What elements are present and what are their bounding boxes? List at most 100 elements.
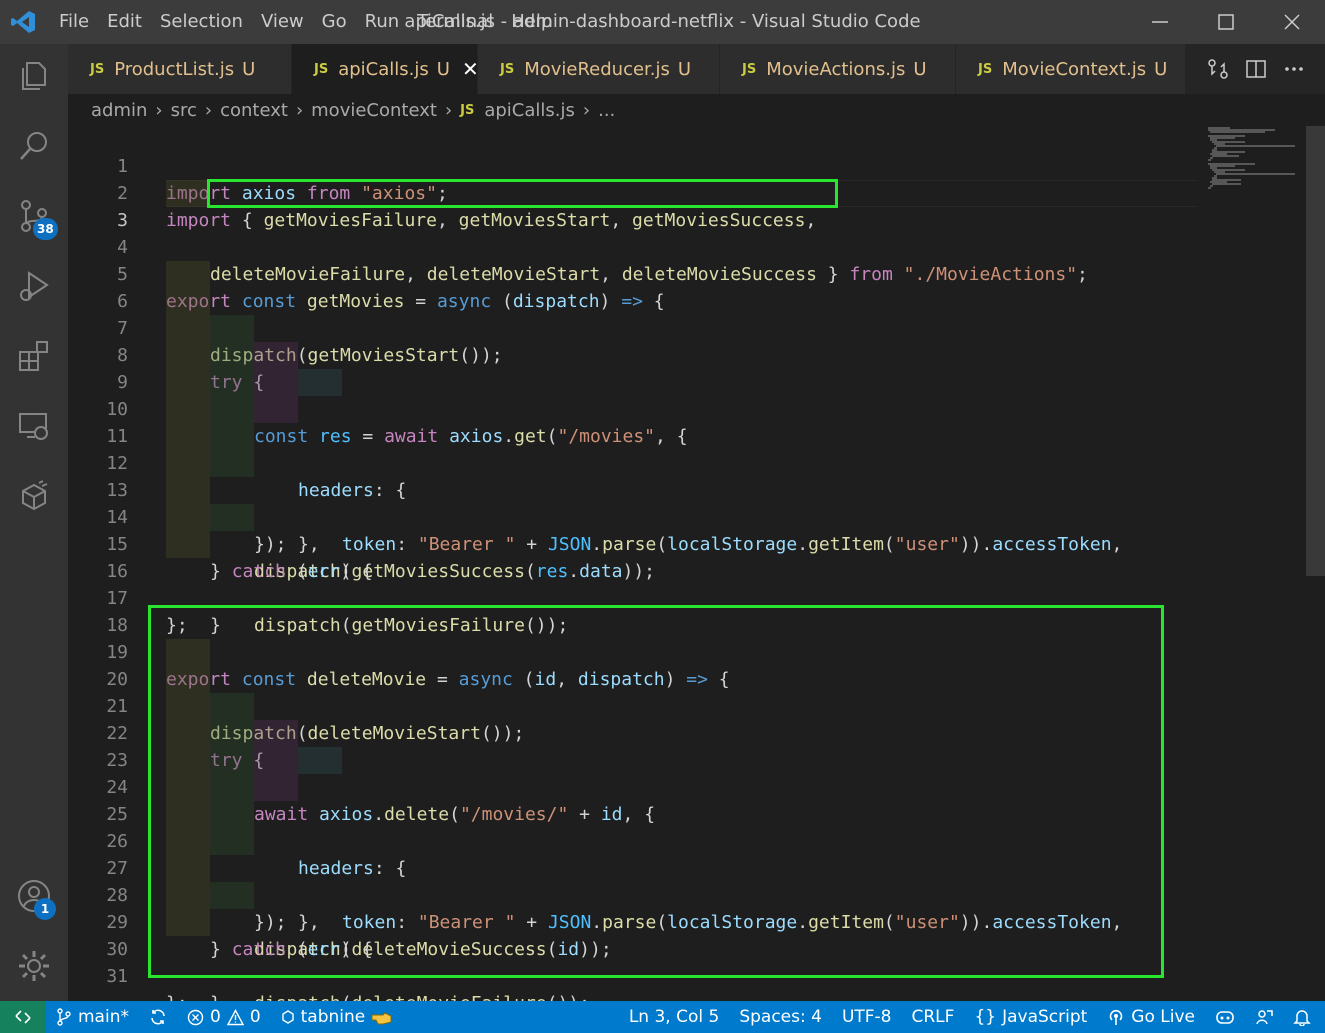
- line-number: 31: [106, 966, 128, 987]
- javascript-file-icon: JS: [314, 61, 329, 77]
- explorer-button[interactable]: [0, 44, 68, 108]
- tab-moviereducer[interactable]: JS MovieReducer.js U: [478, 44, 720, 94]
- javascript-file-icon: JS: [978, 61, 993, 77]
- indent-guide: [166, 504, 210, 531]
- menu-file[interactable]: File: [46, 0, 98, 44]
- menu-go[interactable]: Go: [313, 0, 356, 44]
- title-bar: File Edit Selection View Go Run Terminal…: [0, 0, 1325, 44]
- code-line: 6 dispatch(getMoviesStart());: [68, 261, 1198, 366]
- indent-guide: [166, 450, 210, 477]
- docker-button[interactable]: [0, 464, 68, 528]
- indent-guide: [166, 477, 210, 504]
- code-line: 10 token: "Bearer " + JSON.parse(localSt…: [68, 369, 1198, 555]
- indent-guide: [166, 261, 210, 288]
- tabnine-indicator[interactable]: tabnine: [271, 1007, 404, 1027]
- code-line: 16 }: [68, 531, 1198, 636]
- remote-indicator[interactable]: [0, 1001, 46, 1033]
- maximize-button[interactable]: [1193, 0, 1259, 44]
- cursor-position[interactable]: Ln 3, Col 5: [619, 1007, 730, 1027]
- more-actions-icon[interactable]: [1283, 58, 1305, 80]
- sync-button[interactable]: [139, 1008, 177, 1026]
- code-line: 12 });: [68, 423, 1198, 555]
- indent-guide: [210, 423, 254, 450]
- status-bar: main* 0 0 tabnine Ln 3, Col 5 Spaces: 4 …: [0, 1001, 1325, 1033]
- tab-apicalls[interactable]: JS apiCalls.js U ✕: [292, 44, 479, 94]
- code-line: 4: [68, 207, 1198, 258]
- tab-productlist[interactable]: JS ProductList.js U: [68, 44, 292, 94]
- compare-changes-icon[interactable]: [1207, 58, 1229, 80]
- javascript-file-icon: JS: [90, 61, 105, 77]
- warning-count: 0: [249, 1007, 261, 1027]
- untracked-status: U: [1154, 58, 1168, 80]
- chevron-right-icon: ›: [582, 99, 591, 121]
- untracked-status: U: [913, 58, 927, 80]
- feedback-icon: [1256, 1010, 1273, 1025]
- menu-view[interactable]: View: [252, 0, 313, 44]
- code-line: 15 dispatch(getMoviesFailure());: [68, 504, 1198, 636]
- menu-run[interactable]: Run: [356, 0, 409, 44]
- manage-button[interactable]: [0, 934, 68, 998]
- breadcrumb-admin[interactable]: admin: [91, 100, 147, 121]
- minimize-icon: [1152, 21, 1168, 23]
- untracked-status: U: [436, 58, 450, 80]
- menu-help[interactable]: Help: [502, 0, 561, 44]
- indent-guide: [166, 423, 210, 450]
- code-line: 11 },: [68, 396, 1198, 555]
- breadcrumb-context[interactable]: context: [220, 100, 288, 121]
- menu-edit[interactable]: Edit: [98, 0, 151, 44]
- go-live-button[interactable]: Go Live: [1097, 1007, 1205, 1027]
- close-window-button[interactable]: [1259, 0, 1325, 44]
- breadcrumb-file[interactable]: apiCalls.js: [484, 100, 575, 121]
- indent-guide: [254, 369, 298, 396]
- remote-icon: [15, 1010, 31, 1024]
- language-mode[interactable]: {} JavaScript: [964, 1007, 1097, 1027]
- tab-label: MovieActions.js: [766, 58, 906, 80]
- search-button[interactable]: [0, 114, 68, 178]
- live-share-button[interactable]: [1245, 1008, 1283, 1026]
- indent-guide: [166, 396, 210, 423]
- tab-moviecontext[interactable]: JS MovieContext.js U: [956, 44, 1186, 94]
- close-tab-icon[interactable]: ✕: [462, 57, 479, 81]
- chevron-right-icon: ›: [444, 99, 453, 121]
- minimap[interactable]: [1205, 126, 1305, 206]
- indentation[interactable]: Spaces: 4: [729, 1007, 832, 1027]
- end-of-line[interactable]: CRLF: [902, 1007, 965, 1027]
- bell-icon: [1293, 1010, 1311, 1026]
- split-editor-icon[interactable]: [1245, 58, 1267, 80]
- code-line: 9 headers: {: [68, 342, 1198, 501]
- menu-terminal[interactable]: Terminal: [408, 0, 502, 44]
- warning-icon: [226, 1008, 244, 1025]
- notifications-button[interactable]: [1283, 1008, 1325, 1026]
- encoding[interactable]: UTF-8: [832, 1007, 902, 1027]
- highlight-box-deletemovie: [148, 605, 1164, 978]
- tab-movieactions[interactable]: JS MovieActions.js U: [720, 44, 956, 94]
- chevron-right-icon: ›: [295, 99, 304, 121]
- remote-explorer-button[interactable]: [0, 394, 68, 458]
- extensions-button[interactable]: [0, 324, 68, 388]
- breadcrumb-src[interactable]: src: [171, 100, 197, 121]
- indent-guide: [166, 315, 210, 342]
- extensions-icon: [19, 341, 48, 371]
- run-debug-button[interactable]: [0, 254, 68, 318]
- untracked-status: U: [677, 58, 692, 80]
- vertical-scrollbar[interactable]: [1306, 126, 1325, 576]
- accounts-button[interactable]: 1: [0, 864, 68, 928]
- accounts-badge: 1: [34, 898, 56, 920]
- breadcrumb-moviecontext[interactable]: movieContext: [311, 100, 437, 121]
- minimize-button[interactable]: [1127, 0, 1193, 44]
- tab-label: MovieContext.js: [1002, 58, 1147, 80]
- problems-indicator[interactable]: 0 0: [177, 1007, 271, 1027]
- breadcrumb: admin › src › context › movieContext › J…: [68, 94, 1325, 126]
- menu-selection[interactable]: Selection: [151, 0, 252, 44]
- indent-guide: [166, 342, 210, 369]
- indent-guide: [298, 369, 342, 396]
- javascript-file-icon: JS: [500, 61, 515, 77]
- branch-indicator[interactable]: main*: [46, 1007, 139, 1027]
- breadcrumb-symbol[interactable]: ...: [598, 100, 615, 121]
- copilot-button[interactable]: [1205, 1008, 1245, 1026]
- source-control-button[interactable]: 38: [0, 184, 68, 248]
- code-editor[interactable]: 1 import axios from "axios"; 2 import { …: [68, 126, 1325, 1014]
- editor-actions: [1207, 44, 1325, 94]
- run-debug-icon: [20, 271, 49, 301]
- remote-explorer-icon: [19, 413, 48, 440]
